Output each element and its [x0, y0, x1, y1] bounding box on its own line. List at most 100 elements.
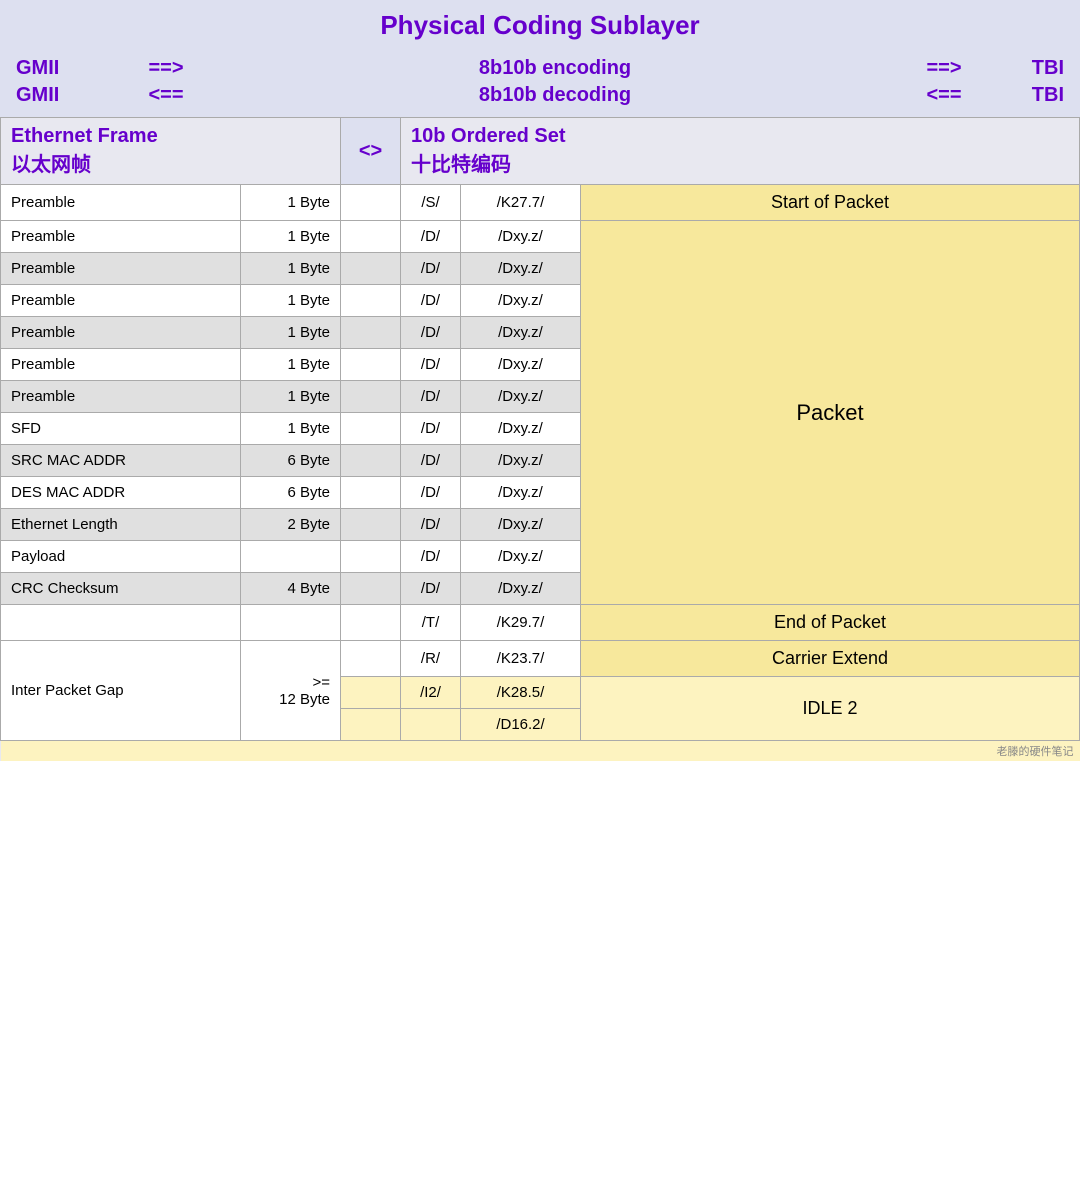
- row-name-8: SRC MAC ADDR: [1, 445, 241, 477]
- row-name-10: Ethernet Length: [1, 509, 241, 541]
- row-name-2: Preamble: [1, 253, 241, 285]
- row-name-4: Preamble: [1, 317, 241, 349]
- table-header: Ethernet Frame 以太网帧 <> 10b Ordered Set 十…: [1, 118, 1080, 185]
- carrier-extend-label: Carrier Extend: [581, 641, 1080, 677]
- inter-packet-gap-size: >=12 Byte: [241, 641, 341, 741]
- code2-4: /Dxy.z/: [461, 317, 581, 349]
- header-10b-ordered-set: 10b Ordered Set 十比特编码: [401, 118, 1080, 185]
- row-name-5: Preamble: [1, 349, 241, 381]
- decoding-label: 8b10b decoding: [206, 84, 904, 107]
- row-size-9: 6 Byte: [241, 477, 341, 509]
- row-size-0: 1 Byte: [241, 185, 341, 221]
- tbi-label-1: TBI: [984, 57, 1064, 80]
- idle2-label: IDLE 2: [581, 677, 1080, 741]
- row-size-4: 1 Byte: [241, 317, 341, 349]
- header-arrow: <>: [341, 118, 401, 185]
- arrow-cell-8: [341, 445, 401, 477]
- row-name-0: Preamble: [1, 185, 241, 221]
- arrow-cell-2: [341, 253, 401, 285]
- row-name-3: Preamble: [1, 285, 241, 317]
- code1-3: /D/: [401, 285, 461, 317]
- table-row: Preamble1 Byte/S//K27.7/Start of Packet: [1, 185, 1080, 221]
- code2-5: /Dxy.z/: [461, 349, 581, 381]
- eth-frame-label: Ethernet Frame: [11, 125, 158, 147]
- subtitle-row-1: GMII ==> 8b10b encoding ==> TBI: [16, 55, 1064, 82]
- code1-5: /D/: [401, 349, 461, 381]
- table-row: Preamble1 Byte/D//Dxy.z/Packet: [1, 221, 1080, 253]
- end-of-packet-label: End of Packet: [581, 605, 1080, 641]
- code2-3: /Dxy.z/: [461, 285, 581, 317]
- watermark-row: 老滕的硬件笔记: [1, 741, 1080, 762]
- code1-6: /D/: [401, 381, 461, 413]
- row-size-6: 1 Byte: [241, 381, 341, 413]
- code1-11: /D/: [401, 541, 461, 573]
- main-table: Ethernet Frame 以太网帧 <> 10b Ordered Set 十…: [0, 117, 1080, 761]
- row-size-10: 2 Byte: [241, 509, 341, 541]
- arrow-cell-16: [341, 709, 401, 741]
- row-size-1: 1 Byte: [241, 221, 341, 253]
- code1-7: /D/: [401, 413, 461, 445]
- row-size-12: 4 Byte: [241, 573, 341, 605]
- gmii-label-2: GMII: [16, 84, 126, 107]
- code2-15: /K28.5/: [461, 677, 581, 709]
- arrow-left-1: <==: [126, 84, 206, 107]
- row-name-7: SFD: [1, 413, 241, 445]
- table-row: Inter Packet Gap>=12 Byte/R//K23.7/Carri…: [1, 641, 1080, 677]
- code2-16: /D16.2/: [461, 709, 581, 741]
- arrow-right-1: ==>: [126, 57, 206, 80]
- row-name-13: [1, 605, 241, 641]
- code1-0: /S/: [401, 185, 461, 221]
- header-ethernet-frame: Ethernet Frame 以太网帧: [1, 118, 341, 185]
- arrow-left-2: <==: [904, 84, 984, 107]
- inter-packet-gap-label: Inter Packet Gap: [1, 641, 241, 741]
- row-name-6: Preamble: [1, 381, 241, 413]
- arrow-cell-7: [341, 413, 401, 445]
- ordered-set-label: 10b Ordered Set: [411, 125, 566, 147]
- arrow-cell-9: [341, 477, 401, 509]
- row-name-12: CRC Checksum: [1, 573, 241, 605]
- tbi-label-2: TBI: [984, 84, 1064, 107]
- code1-15: /I2/: [401, 677, 461, 709]
- code1-1: /D/: [401, 221, 461, 253]
- page-title: Physical Coding Sublayer: [0, 0, 1080, 51]
- arrow-cell-5: [341, 349, 401, 381]
- row-size-8: 6 Byte: [241, 445, 341, 477]
- row-name-11: Payload: [1, 541, 241, 573]
- row-size-7: 1 Byte: [241, 413, 341, 445]
- row-size-2: 1 Byte: [241, 253, 341, 285]
- code2-12: /Dxy.z/: [461, 573, 581, 605]
- row-name-1: Preamble: [1, 221, 241, 253]
- code1-14: /R/: [401, 641, 461, 677]
- code2-0: /K27.7/: [461, 185, 581, 221]
- code1-4: /D/: [401, 317, 461, 349]
- arrow-cell-1: [341, 221, 401, 253]
- watermark: 老滕的硬件笔记: [1, 741, 1080, 762]
- arrow-cell-13: [341, 605, 401, 641]
- code2-13: /K29.7/: [461, 605, 581, 641]
- code1-10: /D/: [401, 509, 461, 541]
- code2-14: /K23.7/: [461, 641, 581, 677]
- arrow-cell-6: [341, 381, 401, 413]
- code1-8: /D/: [401, 445, 461, 477]
- code2-10: /Dxy.z/: [461, 509, 581, 541]
- row-size-13: [241, 605, 341, 641]
- gmii-label-1: GMII: [16, 57, 126, 80]
- arrow-right-2: ==>: [904, 57, 984, 80]
- page-container: Physical Coding Sublayer GMII ==> 8b10b …: [0, 0, 1080, 761]
- packet-label: Packet: [581, 221, 1080, 605]
- arrow-cell-12: [341, 573, 401, 605]
- code1-2: /D/: [401, 253, 461, 285]
- code2-8: /Dxy.z/: [461, 445, 581, 477]
- arrow-cell-11: [341, 541, 401, 573]
- code2-1: /Dxy.z/: [461, 221, 581, 253]
- subtitle-section: GMII ==> 8b10b encoding ==> TBI GMII <==…: [0, 51, 1080, 117]
- row-size-3: 1 Byte: [241, 285, 341, 317]
- start-of-packet-label: Start of Packet: [581, 185, 1080, 221]
- code2-6: /Dxy.z/: [461, 381, 581, 413]
- arrow-cell-4: [341, 317, 401, 349]
- arrow-cell-0: [341, 185, 401, 221]
- code1-12: /D/: [401, 573, 461, 605]
- code2-2: /Dxy.z/: [461, 253, 581, 285]
- code2-11: /Dxy.z/: [461, 541, 581, 573]
- code1-16: [401, 709, 461, 741]
